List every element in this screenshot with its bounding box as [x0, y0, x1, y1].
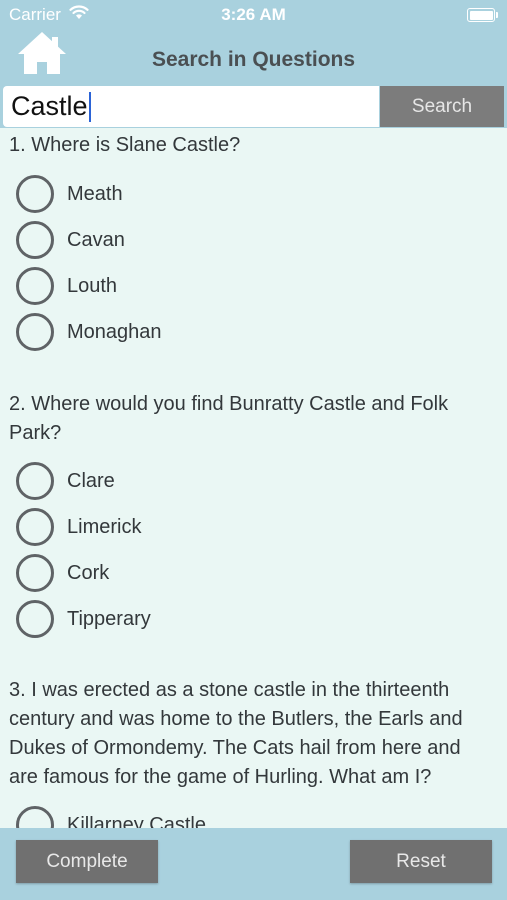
search-button[interactable]: Search [380, 86, 504, 127]
answer-option[interactable]: Meath [16, 174, 123, 214]
battery-fill [469, 10, 493, 20]
question-text: 1. Where is Slane Castle? [9, 134, 241, 156]
bottom-toolbar: Complete Reset [0, 828, 507, 900]
answer-option[interactable]: Clare [16, 461, 115, 501]
question-text: 3. I was erected as a stone castle in th… [9, 679, 463, 788]
radio-button[interactable] [16, 175, 54, 213]
answer-option[interactable]: Limerick [16, 507, 141, 547]
answer-label: Cork [67, 561, 110, 584]
search-input[interactable]: Castle [3, 86, 379, 127]
answer-label: Tipperary [67, 607, 151, 630]
search-row: Castle Search [0, 86, 507, 128]
search-input-value: Castle [11, 91, 88, 121]
answer-option[interactable]: Tipperary [16, 599, 151, 639]
answer-label: Meath [67, 182, 123, 205]
page-title: Search in Questions [151, 48, 356, 71]
answer-label: Louth [67, 274, 118, 297]
answer-option[interactable]: Killarney Castle [16, 805, 206, 828]
radio-button[interactable] [16, 313, 54, 351]
answer-option[interactable]: Cork [16, 553, 109, 593]
answer-label: Killarney Castle [67, 813, 206, 829]
question-text: 2. Where would you find Bunratty Castle … [9, 393, 449, 444]
answer-label: Cavan [67, 228, 125, 251]
answer-label: Limerick [67, 515, 142, 538]
radio-button[interactable] [16, 508, 54, 546]
radio-button[interactable] [16, 221, 54, 259]
battery-icon [467, 8, 498, 22]
radio-button[interactable] [16, 267, 54, 305]
status-bar: Carrier 3:26 AM [0, 0, 507, 30]
radio-button[interactable] [16, 462, 54, 500]
answer-label: Clare [67, 469, 115, 492]
nav-bar: Search in Questions [0, 30, 507, 86]
complete-button[interactable]: Complete [16, 840, 158, 883]
status-time: 3:26 AM [221, 5, 286, 24]
answer-option[interactable]: Monaghan [16, 312, 162, 352]
radio-button[interactable] [16, 554, 54, 592]
answer-option[interactable]: Louth [16, 266, 117, 306]
battery-tip [496, 12, 498, 18]
answer-option[interactable]: Cavan [16, 220, 125, 260]
radio-button[interactable] [16, 806, 54, 828]
text-caret [88, 91, 91, 122]
radio-button[interactable] [16, 600, 54, 638]
questions-list[interactable]: 1. Where is Slane Castle? Meath Cavan Lo… [0, 128, 507, 828]
answer-label: Monaghan [67, 320, 162, 343]
reset-button[interactable]: Reset [350, 840, 492, 883]
